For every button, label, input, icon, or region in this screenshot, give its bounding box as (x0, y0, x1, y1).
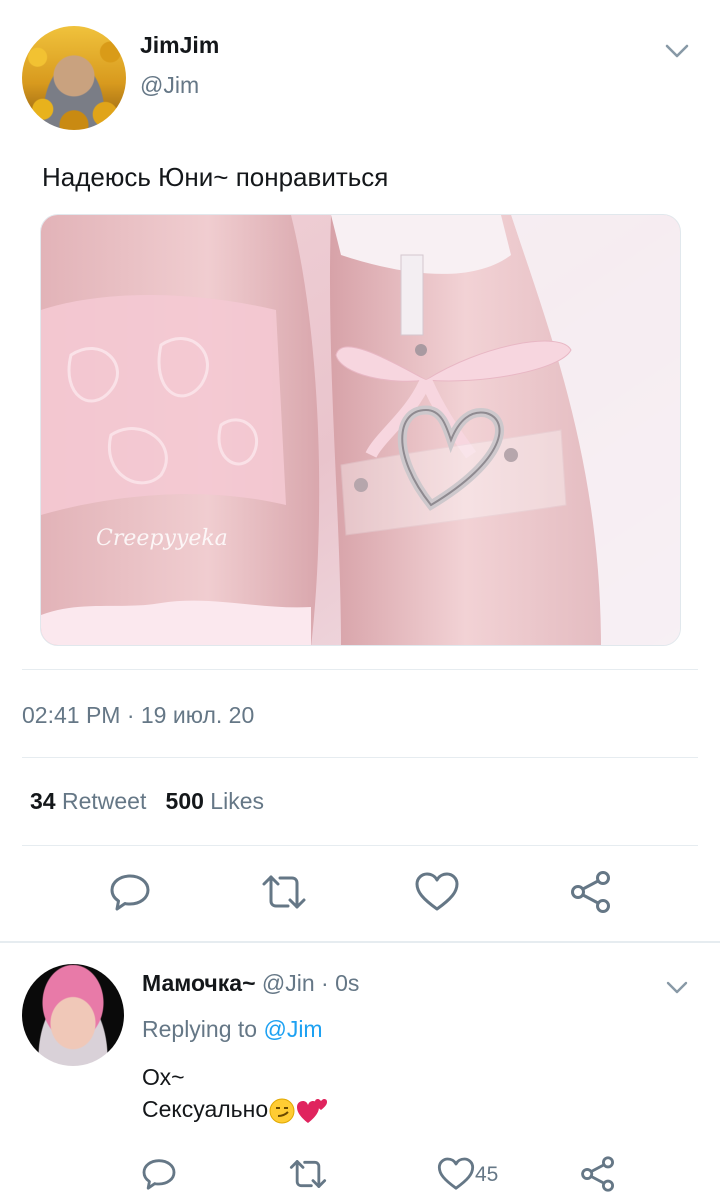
reply-text-line-1: Ох~ (142, 1064, 185, 1090)
tweet-stats: 34 Retweet 500 Likes (30, 788, 264, 815)
tweet-text: Надеюсь Юни~ понравиться (42, 162, 389, 192)
likes-count[interactable]: 500 (166, 788, 204, 814)
author-avatar[interactable] (22, 26, 126, 130)
reply-like-count[interactable]: 45 (475, 1163, 498, 1187)
likes-label[interactable]: Likes (210, 788, 264, 814)
retweet-count[interactable]: 34 (30, 788, 56, 814)
image-watermark: Creepyyeka (96, 526, 228, 551)
retweet-icon[interactable] (288, 1154, 328, 1194)
divider (22, 757, 698, 758)
tweet-timestamp[interactable]: 02:41 PM · 19 июл. 20 (22, 702, 254, 729)
chevron-down-icon[interactable] (662, 972, 692, 1002)
author-display-name[interactable]: JimJim (140, 32, 219, 59)
reply-author-avatar[interactable] (22, 964, 124, 1066)
reply-display-name[interactable]: Мамочка~ (142, 970, 256, 996)
two-hearts-emoji-icon (297, 1098, 328, 1123)
reply-text-line-2: Сексуально (142, 1096, 328, 1125)
heart-icon[interactable] (436, 1154, 476, 1194)
reply-icon[interactable] (106, 868, 154, 916)
share-icon[interactable] (578, 1154, 618, 1194)
retweet-label[interactable]: Retweet (62, 788, 146, 814)
replying-to: Replying to @Jim (142, 1016, 323, 1043)
reply-handle[interactable]: @Jin (262, 970, 315, 996)
reply-text: Сексуально (142, 1096, 269, 1122)
divider (22, 669, 698, 670)
replying-to-link[interactable]: @Jim (263, 1016, 322, 1042)
reply-icon[interactable] (139, 1154, 179, 1194)
reply-header: Мамочка~ @Jin · 0s (142, 970, 359, 997)
divider (22, 845, 698, 846)
smirk-emoji-icon (269, 1098, 295, 1124)
reply-time: · 0s (321, 970, 360, 996)
chevron-down-icon[interactable] (660, 34, 694, 68)
replying-prefix: Replying to (142, 1016, 258, 1042)
section-divider (0, 941, 720, 943)
tweet-image[interactable]: Creepyyeka (40, 214, 681, 646)
heart-icon[interactable] (413, 868, 461, 916)
retweet-icon[interactable] (260, 868, 308, 916)
share-icon[interactable] (567, 868, 615, 916)
author-handle[interactable]: @Jim (140, 72, 199, 99)
